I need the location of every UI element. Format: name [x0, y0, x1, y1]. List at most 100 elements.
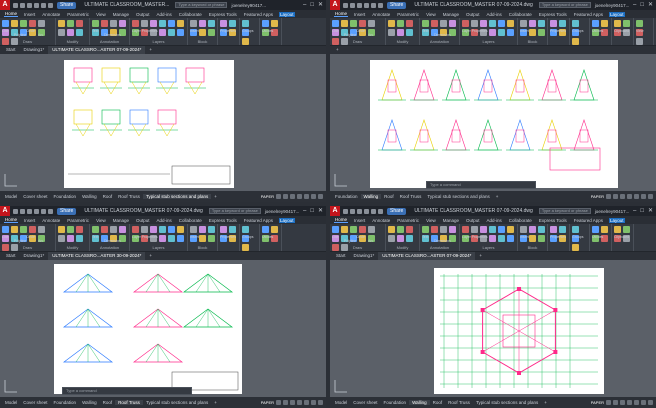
tool-icon[interactable] [177, 20, 184, 27]
ribbon-tab-collaborate[interactable]: Collaborate [178, 218, 203, 223]
tool-icon[interactable] [208, 29, 215, 36]
ribbon-tab-add-ins[interactable]: Add-ins [156, 218, 173, 223]
tool-icon[interactable] [119, 20, 126, 27]
ribbon-tab-output[interactable]: Output [135, 218, 151, 223]
tool-icon[interactable] [489, 235, 496, 242]
file-tab[interactable]: ULTIMATE CLASSRO...ASTER 07-09-2024* [48, 46, 146, 54]
panel-title[interactable]: Layers [460, 245, 517, 250]
tool-icon[interactable] [20, 226, 27, 233]
tool-icon[interactable] [538, 235, 545, 242]
tool-icon[interactable] [168, 226, 175, 233]
ribbon-tab-featured-apps[interactable]: Featured Apps [573, 12, 604, 17]
minimize-icon[interactable]: – [303, 207, 306, 215]
tool-icon[interactable] [199, 29, 206, 36]
tool-icon[interactable] [498, 226, 505, 233]
tool-icon[interactable] [623, 226, 630, 233]
tool-icon[interactable] [208, 20, 215, 27]
status-toggle-icon[interactable] [627, 194, 632, 199]
tool-icon[interactable] [592, 226, 599, 233]
ribbon-tab-express-tools[interactable]: Express Tools [208, 12, 238, 17]
tool-icon[interactable] [229, 20, 236, 27]
tool-icon[interactable] [119, 226, 126, 233]
tool-icon[interactable] [229, 226, 236, 233]
status-toggle-icon[interactable] [634, 400, 639, 405]
tool-icon[interactable] [550, 20, 557, 27]
tool-icon[interactable] [529, 235, 536, 242]
ribbon-tab-layout[interactable]: Layout [609, 11, 625, 17]
tool-icon[interactable] [520, 226, 527, 233]
plot-icon[interactable] [378, 208, 383, 214]
tool-icon[interactable] [76, 226, 83, 233]
user-account[interactable]: joenelrey90417... [265, 209, 300, 214]
user-account[interactable]: joenelrey90417... [231, 3, 266, 8]
tool-icon[interactable] [636, 20, 643, 27]
tool-icon[interactable] [76, 235, 83, 242]
status-toggle-icon[interactable] [290, 194, 295, 199]
layout-tab[interactable]: Walling [360, 194, 382, 199]
tool-icon[interactable] [20, 20, 27, 27]
redo-icon[interactable] [371, 2, 376, 8]
add-layout-icon[interactable]: + [493, 194, 502, 199]
paper-space-toggle[interactable]: PAPER [591, 400, 604, 405]
tool-icon[interactable] [397, 20, 404, 27]
panel-title[interactable]: Modify [56, 245, 89, 250]
tool-icon[interactable] [177, 29, 184, 36]
close-icon[interactable]: ✕ [648, 1, 653, 9]
tool-icon[interactable] [480, 20, 487, 27]
tool-icon[interactable] [110, 20, 117, 27]
ribbon-tab-home[interactable]: Home [4, 217, 19, 223]
ribbon-tab-collaborate[interactable]: Collaborate [508, 218, 533, 223]
status-toggle-icon[interactable] [276, 400, 281, 405]
share-button[interactable]: Share [57, 1, 77, 9]
ribbon-tab-output[interactable]: Output [135, 12, 151, 17]
ribbon-tab-manage[interactable]: Manage [442, 218, 460, 223]
tool-icon[interactable] [150, 226, 157, 233]
layout-tab[interactable]: Cover sheet [20, 400, 50, 405]
tool-icon[interactable] [332, 20, 339, 27]
save-icon[interactable] [357, 2, 362, 8]
tool-icon[interactable] [397, 29, 404, 36]
file-tab[interactable]: Start [332, 252, 350, 260]
file-tab[interactable]: Start [2, 46, 20, 54]
tool-icon[interactable] [397, 235, 404, 242]
ribbon-tab-home[interactable]: Home [334, 11, 349, 17]
layout-tab[interactable]: Foundation [51, 194, 80, 199]
save-icon[interactable] [27, 2, 32, 8]
tool-icon[interactable] [449, 226, 456, 233]
new-tab-icon[interactable]: + [145, 252, 156, 260]
close-icon[interactable]: ✕ [648, 207, 653, 215]
new-tab-icon[interactable]: + [475, 252, 486, 260]
ribbon-tab-featured-apps[interactable]: Featured Apps [243, 218, 274, 223]
tool-icon[interactable] [177, 235, 184, 242]
maximize-icon[interactable]: □ [640, 1, 644, 9]
status-toggle-icon[interactable] [311, 400, 316, 405]
tool-icon[interactable] [520, 20, 527, 27]
layout-tab[interactable]: Walling [409, 400, 430, 405]
tool-icon[interactable] [190, 20, 197, 27]
add-layout-icon[interactable]: + [541, 400, 550, 405]
ribbon-tab-annotate[interactable]: Annotate [371, 12, 391, 17]
layout-tab[interactable]: Walling [79, 194, 100, 199]
panel-title[interactable]: Draw [0, 39, 55, 44]
tool-icon[interactable] [498, 20, 505, 27]
panel-title[interactable]: Draw [330, 245, 385, 250]
tool-icon[interactable] [559, 20, 566, 27]
tool-icon[interactable] [406, 235, 413, 242]
layout-tab[interactable]: Typical stub sections and plans [424, 194, 492, 199]
tool-icon[interactable] [550, 226, 557, 233]
search-input[interactable]: Type a keyword or phrase [208, 208, 261, 214]
tool-icon[interactable] [359, 20, 366, 27]
tool-icon[interactable] [341, 226, 348, 233]
status-toggle-icon[interactable] [620, 194, 625, 199]
layout-tab[interactable]: Model [2, 400, 20, 405]
tool-icon[interactable] [199, 235, 206, 242]
tool-icon[interactable] [159, 235, 166, 242]
ribbon-tab-layout[interactable]: Layout [609, 217, 625, 223]
tool-icon[interactable] [592, 20, 599, 27]
layout-tab[interactable]: Walling [79, 400, 100, 405]
panel-title[interactable]: Block [518, 245, 547, 250]
autocad-logo[interactable]: A [330, 206, 340, 216]
minimize-icon[interactable]: – [633, 207, 636, 215]
ribbon-tab-parametric[interactable]: Parametric [66, 12, 90, 17]
ribbon-tab-featured-apps[interactable]: Featured Apps [573, 218, 604, 223]
